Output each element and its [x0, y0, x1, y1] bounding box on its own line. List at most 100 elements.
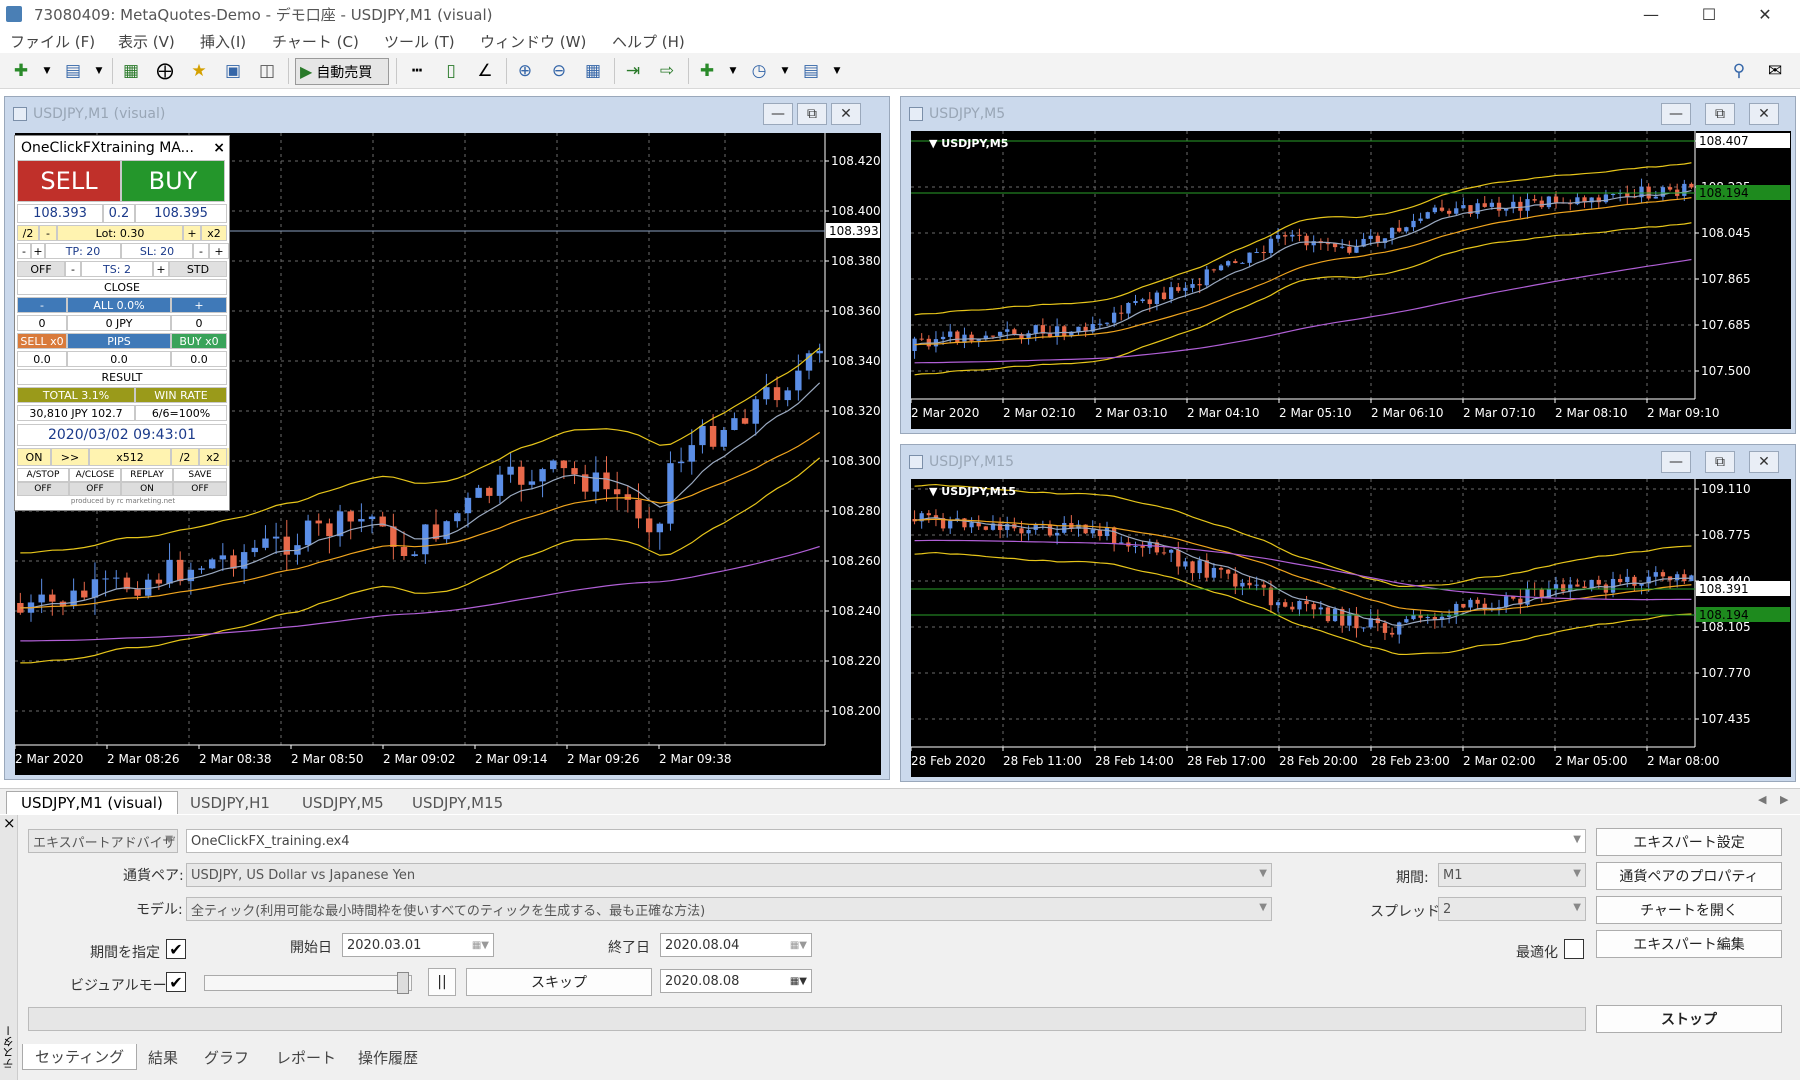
zoom-out-icon[interactable]: ⊖: [546, 59, 572, 83]
tab-graph[interactable]: グラフ: [192, 1044, 261, 1070]
chart-m15-plot[interactable]: 109.110108.775108.440108.105107.770107.4…: [911, 479, 1791, 777]
market-watch-icon[interactable]: ▦: [118, 59, 144, 83]
buy-x-button[interactable]: BUY x0: [171, 333, 227, 349]
tab-usdjpy-m5[interactable]: USDJPY,M5: [288, 791, 398, 814]
lot-minus-button[interactable]: -: [39, 225, 57, 241]
speed-slider[interactable]: [204, 972, 412, 994]
indicators-icon[interactable]: ✚: [694, 59, 720, 83]
dropdown-arrow-icon[interactable]: ▼: [720, 59, 746, 83]
expert-select[interactable]: OneClickFX_training.ex4 ▼: [186, 829, 1586, 853]
tile-windows-icon[interactable]: ▦: [580, 59, 606, 83]
pair-select[interactable]: USDJPY, US Dollar vs Japanese Yen ▼: [186, 863, 1272, 887]
ts-minus-button[interactable]: -: [65, 261, 81, 277]
autoscroll-icon[interactable]: ⇨: [654, 59, 680, 83]
chart-shift-icon[interactable]: ⇥: [620, 59, 646, 83]
search-icon[interactable]: ⚲: [1726, 59, 1752, 83]
calendar-icon[interactable]: ▦▼: [472, 940, 489, 951]
candle-chart-icon[interactable]: ▯: [438, 59, 464, 83]
ts-toggle-button[interactable]: OFF: [17, 261, 65, 277]
close-icon[interactable]: ✕: [1749, 451, 1779, 473]
tp-minus-button[interactable]: -: [17, 243, 31, 259]
sell-x-button[interactable]: SELL x0: [17, 333, 67, 349]
tab-results[interactable]: 結果: [136, 1044, 190, 1070]
buy-button[interactable]: BUY: [121, 160, 225, 202]
visual-mode-checkbox[interactable]: ✔: [166, 972, 186, 992]
tp-plus-button[interactable]: +: [31, 243, 45, 259]
on-button[interactable]: ON: [17, 448, 51, 466]
expert-edit-button[interactable]: エキスパート編集: [1596, 930, 1782, 958]
pair-properties-button[interactable]: 通貨ペアのプロパティ: [1596, 862, 1782, 890]
autotrade-button[interactable]: ▶ 自動売買: [295, 58, 389, 85]
close-all-button[interactable]: CLOSE: [17, 279, 227, 295]
crosshair-icon[interactable]: ⨁: [152, 59, 178, 83]
menu-view[interactable]: 表示 (V): [118, 31, 175, 52]
tab-usdjpy-m15[interactable]: USDJPY,M15: [398, 791, 517, 814]
open-chart-button[interactable]: チャートを開く: [1596, 896, 1782, 924]
tab-report[interactable]: レポート: [264, 1044, 348, 1070]
close-plus-button[interactable]: +: [171, 297, 227, 313]
menu-help[interactable]: ヘルプ (H): [612, 31, 685, 52]
tab-settings[interactable]: セッティング: [22, 1044, 138, 1070]
close-minus-button[interactable]: -: [17, 297, 67, 313]
expert-settings-button[interactable]: エキスパート設定: [1596, 828, 1782, 856]
minimize-icon[interactable]: —: [1661, 451, 1691, 473]
save-toggle[interactable]: OFF: [173, 482, 227, 496]
line-chart-icon[interactable]: ∠: [472, 59, 498, 83]
astop-toggle[interactable]: OFF: [17, 482, 69, 496]
close-icon[interactable]: ✕: [831, 103, 861, 125]
close-icon[interactable]: ✕: [1742, 0, 1788, 28]
start-date-input[interactable]: 2020.03.01 ▦▼: [342, 933, 494, 957]
restore-icon[interactable]: ⧉: [797, 103, 827, 125]
tab-scroll-left-icon[interactable]: ◀: [1758, 793, 1766, 806]
periodicity-icon[interactable]: ◷: [746, 59, 772, 83]
menu-tools[interactable]: ツール (T): [384, 31, 455, 52]
tab-usdjpy-m1-visual[interactable]: USDJPY,M1 (visual): [6, 791, 178, 814]
speed-x2-button[interactable]: x2: [199, 448, 227, 466]
dropdown-arrow-icon[interactable]: ▼: [824, 59, 850, 83]
calendar-icon[interactable]: ▦▼: [790, 976, 807, 987]
ts-plus-button[interactable]: +: [153, 261, 169, 277]
stop-button[interactable]: ストップ: [1596, 1005, 1782, 1033]
dropdown-arrow-icon[interactable]: ▼: [86, 59, 112, 83]
menu-chart[interactable]: チャート (C): [272, 31, 359, 52]
chart-window-m15[interactable]: USDJPY,M15 — ⧉ ✕ 109.110108.775108.44010…: [900, 444, 1796, 782]
model-select[interactable]: 全ティック(利用可能な最小時間枠を使いすべてのティックを生成する、最も正確な方法…: [186, 897, 1272, 921]
spread-select[interactable]: 2 ▼: [1438, 897, 1586, 921]
restore-icon[interactable]: ⧉: [1705, 103, 1735, 125]
sl-plus-button[interactable]: +: [209, 243, 229, 259]
aclose-toggle[interactable]: OFF: [69, 482, 121, 496]
period-spec-checkbox[interactable]: ✔: [166, 939, 186, 959]
minimize-icon[interactable]: —: [1628, 0, 1674, 28]
menu-window[interactable]: ウィンドウ (W): [480, 31, 586, 52]
sell-button[interactable]: SELL: [17, 160, 121, 202]
tester-close-icon[interactable]: ×: [3, 814, 16, 832]
lot-x2-button[interactable]: x2: [201, 225, 227, 241]
restore-icon[interactable]: ⧉: [1705, 451, 1735, 473]
profiles-icon[interactable]: ▤: [60, 59, 86, 83]
maximize-icon[interactable]: ☐: [1686, 0, 1732, 28]
optimization-checkbox[interactable]: [1564, 939, 1584, 959]
tester-icon[interactable]: ◫: [254, 59, 280, 83]
chat-icon[interactable]: ✉: [1762, 59, 1788, 83]
std-button[interactable]: STD: [169, 261, 227, 277]
period-select[interactable]: M1 ▼: [1438, 863, 1586, 887]
terminal-icon[interactable]: ▣: [220, 59, 246, 83]
chart-m5-plot[interactable]: 108.407108.225108.045107.865107.685107.5…: [911, 131, 1791, 429]
minimize-icon[interactable]: —: [1661, 103, 1691, 125]
dropdown-arrow-icon[interactable]: ▼: [772, 59, 798, 83]
bar-chart-icon[interactable]: ┅: [404, 59, 430, 83]
lot-half-button[interactable]: /2: [17, 225, 39, 241]
fast-forward-button[interactable]: >>: [51, 448, 89, 466]
dropdown-arrow-icon[interactable]: ▼: [34, 59, 60, 83]
expert-type-select[interactable]: エキスパートアドバイザ ▼: [28, 829, 178, 853]
speed-slider-thumb[interactable]: [397, 972, 409, 994]
lot-plus-button[interactable]: +: [183, 225, 201, 241]
menu-file[interactable]: ファイル (F): [10, 31, 95, 52]
end-date-input[interactable]: 2020.08.04 ▦▼: [660, 933, 812, 957]
new-chart-icon[interactable]: ✚: [8, 59, 34, 83]
skip-date-input[interactable]: 2020.08.08 ▦▼: [660, 969, 812, 993]
zoom-in-icon[interactable]: ⊕: [512, 59, 538, 83]
tab-scroll-right-icon[interactable]: ▶: [1780, 793, 1788, 806]
calendar-icon[interactable]: ▦▼: [790, 940, 807, 951]
skip-button[interactable]: スキップ: [466, 968, 652, 996]
